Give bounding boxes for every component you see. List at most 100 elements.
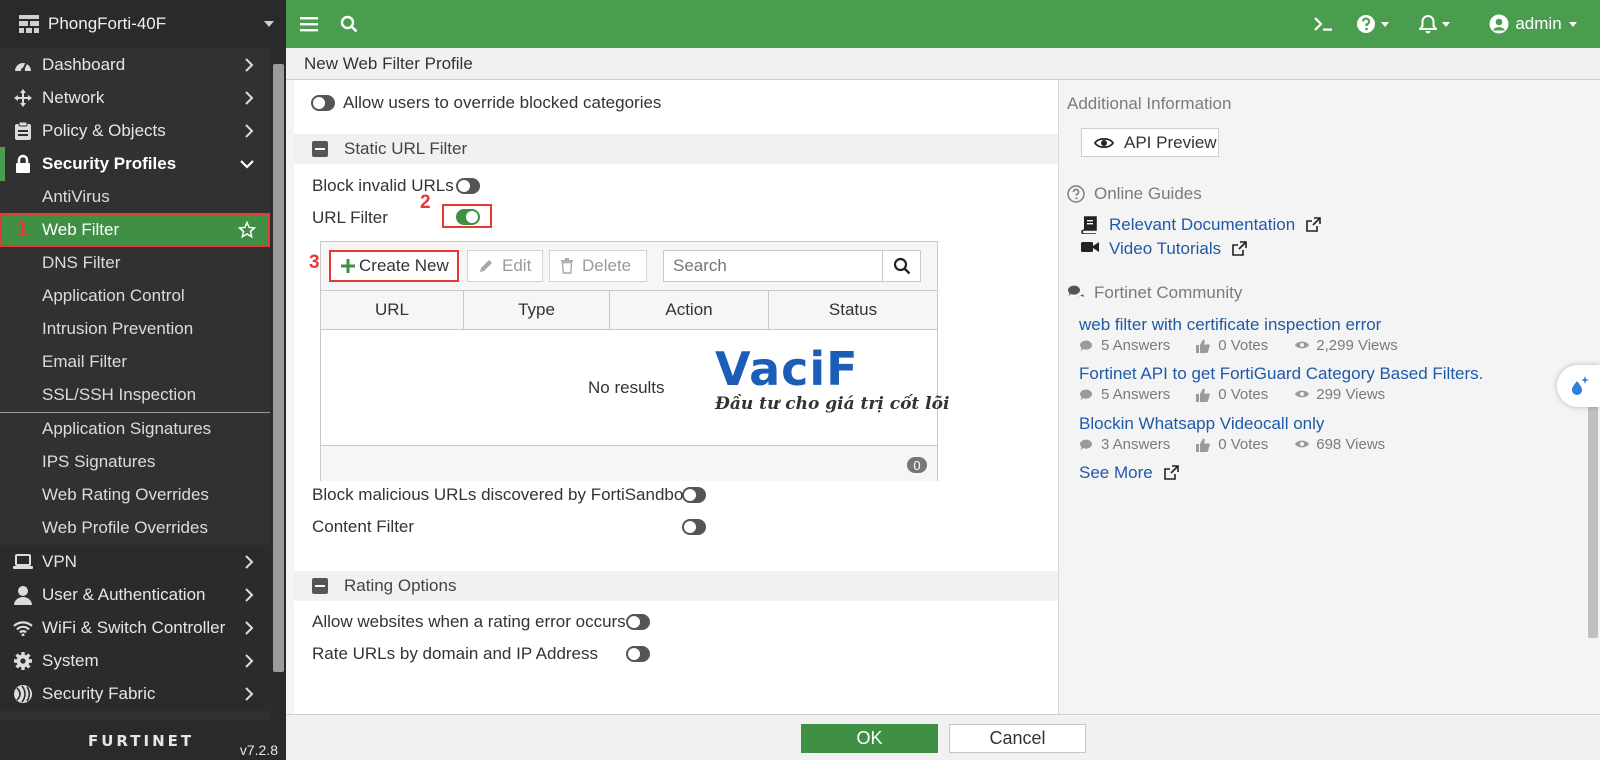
step-marker-1: 1 bbox=[17, 218, 29, 240]
nav-item-application-signatures[interactable]: Application Signatures bbox=[0, 412, 270, 446]
menu-toggle-button[interactable] bbox=[292, 0, 326, 48]
help-menu-button[interactable] bbox=[1352, 0, 1392, 48]
nav-item-ssl-ssh-inspection[interactable]: SSL/SSH Inspection bbox=[0, 378, 270, 412]
nav-item-dns-filter[interactable]: DNS Filter bbox=[0, 246, 270, 280]
nav-item-email-filter[interactable]: Email Filter bbox=[0, 345, 270, 379]
fortinet-logo: FURTINET bbox=[88, 732, 195, 750]
nav-item-wifi-switch[interactable]: WiFi & Switch Controller bbox=[0, 611, 270, 645]
static-url-filter-section[interactable]: Static URL Filter bbox=[294, 134, 1058, 164]
votes-count: 0 Votes bbox=[1218, 337, 1269, 354]
nav-item-security-fabric[interactable]: Security Fabric bbox=[0, 677, 270, 711]
user-menu-button[interactable]: admin bbox=[1474, 0, 1592, 48]
eye-icon bbox=[1294, 339, 1310, 353]
relevant-documentation-link[interactable]: Relevant Documentation bbox=[1081, 215, 1321, 235]
fortinet-community-title: Fortinet Community bbox=[1094, 283, 1243, 302]
nav-label: Security Fabric bbox=[42, 684, 156, 703]
content-gutter bbox=[286, 80, 294, 714]
thumbs-up-icon bbox=[1196, 388, 1211, 402]
nav-label: Dashboard bbox=[42, 55, 126, 74]
allow-rating-error-toggle[interactable] bbox=[626, 614, 650, 630]
nav-item-user-authentication[interactable]: User & Authentication bbox=[0, 578, 270, 612]
nav-label: AntiVirus bbox=[42, 187, 110, 206]
community-post-title[interactable]: Blockin Whatsapp Videocall only bbox=[1079, 414, 1324, 434]
fortinet-community-header: Fortinet Community bbox=[1067, 283, 1242, 303]
section-title: Static URL Filter bbox=[344, 139, 468, 158]
nav-item-application-control[interactable]: Application Control bbox=[0, 279, 270, 313]
community-post-title[interactable]: web filter with certificate inspection e… bbox=[1079, 315, 1381, 335]
rate-by-domain-toggle[interactable] bbox=[626, 646, 650, 662]
votes-count: 0 Votes bbox=[1218, 386, 1269, 403]
column-header-type[interactable]: Type bbox=[464, 291, 610, 329]
nav-menu: Dashboard Network Policy & Objects Secur… bbox=[0, 48, 270, 720]
external-link-icon bbox=[1231, 241, 1247, 257]
plus-icon bbox=[341, 259, 355, 273]
block-invalid-urls-toggle[interactable] bbox=[456, 178, 480, 194]
video-tutorials-link[interactable]: Video Tutorials bbox=[1081, 239, 1247, 259]
nav-item-security-profiles[interactable]: Security Profiles bbox=[0, 147, 270, 181]
answers-count: 5 Answers bbox=[1101, 386, 1171, 403]
nav-item-system[interactable]: System bbox=[0, 644, 270, 678]
community-post-title[interactable]: Fortinet API to get FortiGuard Category … bbox=[1079, 364, 1483, 384]
delete-label: Delete bbox=[582, 256, 632, 275]
rating-options-section[interactable]: Rating Options bbox=[294, 571, 1058, 601]
column-header-url[interactable]: URL bbox=[321, 291, 464, 329]
trash-icon bbox=[560, 258, 574, 274]
form-action-bar: OK Cancel bbox=[286, 714, 1600, 760]
ok-button[interactable]: OK bbox=[801, 724, 938, 753]
table-body: No results VaciF Đầu tư cho giá trị cốt … bbox=[321, 330, 949, 445]
edit-button[interactable]: Edit bbox=[467, 250, 543, 282]
assistant-button[interactable] bbox=[1557, 365, 1600, 407]
sidebar-scrollbar-thumb[interactable] bbox=[273, 64, 284, 672]
step-marker-3: 3 bbox=[309, 252, 320, 273]
nav-item-vpn[interactable]: VPN bbox=[0, 545, 270, 579]
column-header-action[interactable]: Action bbox=[610, 291, 769, 329]
nav-item-antivirus[interactable]: AntiVirus bbox=[0, 180, 270, 214]
delete-button[interactable]: Delete bbox=[549, 250, 647, 282]
cli-console-button[interactable] bbox=[1308, 0, 1338, 48]
nav-label: Intrusion Prevention bbox=[42, 319, 194, 338]
nav-label: Security Profiles bbox=[42, 154, 177, 173]
block-malicious-urls-toggle[interactable] bbox=[682, 487, 706, 503]
table-search-button[interactable] bbox=[882, 251, 920, 281]
nav-item-dashboard[interactable]: Dashboard bbox=[0, 48, 270, 82]
community-post-meta: 5 Answers 0 Votes 299 Views bbox=[1079, 386, 1411, 403]
api-preview-button[interactable]: API Preview bbox=[1081, 128, 1219, 157]
table-search bbox=[663, 250, 921, 282]
nav-label: Web Rating Overrides bbox=[42, 485, 209, 504]
create-new-button[interactable]: Create New bbox=[329, 250, 459, 282]
nav-item-policy-objects[interactable]: Policy & Objects bbox=[0, 114, 270, 148]
device-icon bbox=[18, 14, 40, 34]
book-icon bbox=[1081, 216, 1099, 234]
star-icon[interactable] bbox=[238, 221, 256, 239]
views-count: 2,299 Views bbox=[1316, 337, 1398, 354]
page-title-text: New Web Filter Profile bbox=[304, 53, 473, 73]
allow-override-toggle[interactable] bbox=[311, 95, 335, 111]
content-scrollbar-thumb[interactable] bbox=[1588, 402, 1598, 638]
nav-item-web-filter[interactable]: 1 Web Filter bbox=[0, 213, 270, 247]
column-header-status[interactable]: Status bbox=[769, 291, 937, 329]
see-more-link[interactable]: See More bbox=[1079, 463, 1179, 483]
device-selector[interactable]: PhongForti-40F bbox=[0, 0, 286, 48]
notifications-button[interactable] bbox=[1414, 0, 1454, 48]
nav-item-ips-signatures[interactable]: IPS Signatures bbox=[0, 445, 270, 479]
sidebar: PhongForti-40F Dashboard Network Policy … bbox=[0, 0, 286, 760]
cancel-button[interactable]: Cancel bbox=[949, 724, 1086, 753]
comment-icon bbox=[1079, 438, 1093, 452]
content-filter-toggle[interactable] bbox=[682, 519, 706, 535]
nav-item-web-rating-overrides[interactable]: Web Rating Overrides bbox=[0, 478, 270, 512]
pencil-icon bbox=[478, 258, 494, 274]
nav-item-network[interactable]: Network bbox=[0, 81, 270, 115]
table-search-input[interactable] bbox=[664, 251, 884, 281]
sidebar-scrollbar[interactable] bbox=[271, 48, 286, 720]
chevron-down-icon bbox=[240, 159, 254, 169]
allow-override-label: Allow users to override blocked categori… bbox=[343, 93, 662, 112]
nav-item-intrusion-prevention[interactable]: Intrusion Prevention bbox=[0, 312, 270, 346]
search-button[interactable] bbox=[332, 0, 366, 48]
nav-label: Network bbox=[42, 88, 105, 107]
url-filter-toggle[interactable] bbox=[456, 209, 480, 225]
chevron-right-icon bbox=[244, 588, 254, 602]
step-marker-2: 2 bbox=[420, 192, 431, 213]
search-icon bbox=[340, 15, 358, 33]
watermark-logo: VaciF bbox=[715, 342, 859, 396]
nav-item-web-profile-overrides[interactable]: Web Profile Overrides bbox=[0, 511, 270, 545]
